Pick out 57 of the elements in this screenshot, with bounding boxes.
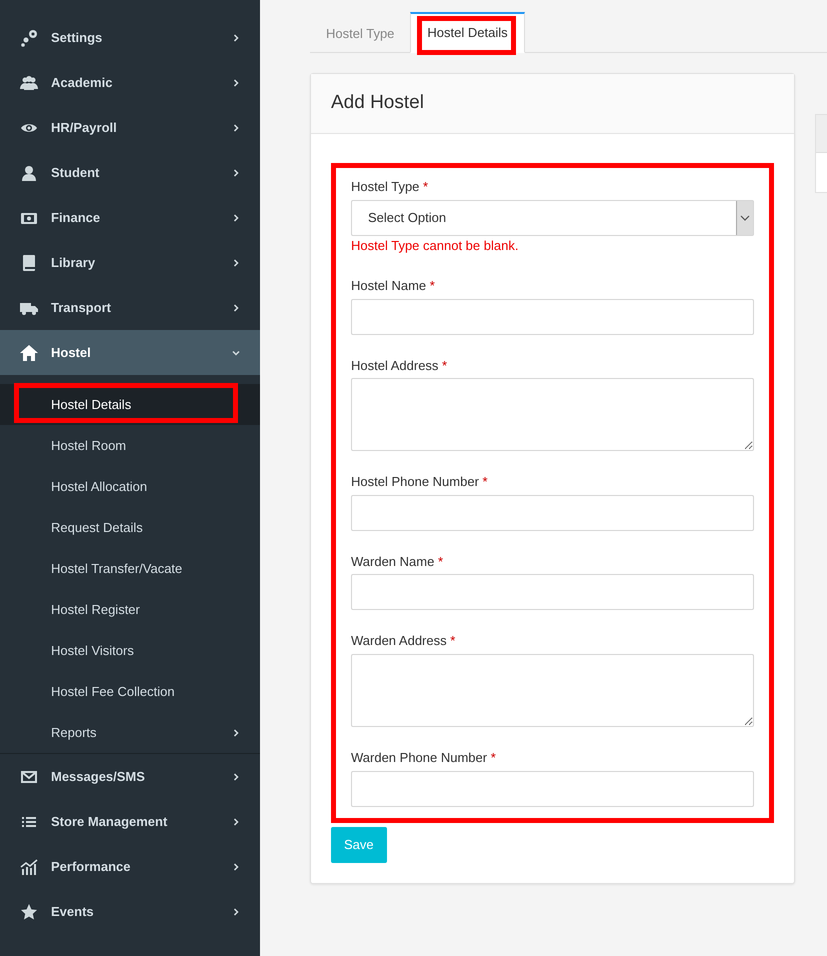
submenu-item[interactable]: Hostel Room: [0, 425, 260, 466]
chevron-right-icon: [232, 168, 240, 176]
sidebar-item[interactable]: Transport: [0, 285, 260, 330]
sidebar-item[interactable]: Library: [0, 240, 260, 285]
sidebar-item[interactable]: Store Management: [0, 799, 260, 844]
chevron-down-icon: [232, 348, 240, 356]
chevron-right-icon: [232, 214, 240, 222]
input-field[interactable]: [351, 378, 754, 452]
chevron-right-icon: [232, 772, 240, 780]
chevron-right-icon: [232, 304, 240, 312]
sidebar-item[interactable]: Settings: [0, 15, 260, 60]
form-title: Add Hostel: [311, 74, 794, 134]
sidebar-item[interactable]: HR/Payroll: [0, 105, 260, 150]
sidebar-item[interactable]: Messages/SMS: [0, 754, 260, 799]
submenu-item[interactable]: Hostel Register: [0, 589, 260, 630]
field-label: Hostel Address *: [351, 358, 448, 374]
chart-icon: [20, 858, 38, 876]
chevron-right-icon: [232, 258, 240, 266]
sidebar-item[interactable]: Finance: [0, 195, 260, 240]
field-label: Warden Address *: [351, 633, 456, 650]
input-field[interactable]: [351, 654, 754, 728]
chevron-down-icon: [740, 214, 750, 221]
input-field[interactable]: [351, 494, 754, 531]
sidebar-item[interactable]: Performance: [0, 844, 260, 889]
input-field[interactable]: [351, 574, 754, 610]
chevron-right-icon: [232, 818, 240, 826]
home-icon: [20, 344, 38, 362]
sidebar-item[interactable]: Hostel: [0, 330, 260, 375]
user-icon: [20, 164, 38, 182]
chevron-right-icon: [232, 124, 240, 132]
error-message: Hostel Type cannot be blank.: [351, 238, 518, 254]
field-label: Hostel Type *: [351, 179, 428, 195]
star-icon: [20, 902, 38, 920]
sidebar-item[interactable]: Events: [0, 889, 260, 934]
chevron-right-icon: [232, 862, 240, 870]
field-label: Warden Phone Number *: [351, 750, 496, 766]
field-label: Hostel Name *: [351, 278, 435, 294]
sidebar-item[interactable]: Student: [0, 150, 260, 195]
submenu-item[interactable]: Hostel Fee Collection: [0, 671, 260, 712]
submenu-item[interactable]: Hostel Transfer/Vacate: [0, 548, 260, 589]
input-field[interactable]: [351, 298, 754, 335]
chevron-right-icon: [232, 78, 240, 86]
tab[interactable]: Hostel Details: [410, 12, 525, 53]
input-field[interactable]: [351, 770, 754, 807]
chevron-right-icon: [232, 34, 240, 42]
submenu-item[interactable]: Hostel Visitors: [0, 630, 260, 671]
sidebar-item[interactable]: Academic: [0, 60, 260, 105]
submenu-item[interactable]: Hostel Details: [0, 384, 260, 425]
field-label: Warden Name *: [351, 554, 443, 570]
users-icon: [20, 74, 38, 92]
submenu-item[interactable]: Reports: [0, 712, 260, 753]
book-icon: [20, 254, 38, 272]
field-label: Hostel Phone Number *: [351, 474, 488, 490]
submenu-item[interactable]: Hostel Allocation: [0, 466, 260, 507]
submenu-item[interactable]: Request Details: [0, 507, 260, 548]
chevron-right-icon: [232, 908, 240, 916]
select-field[interactable]: Select Option: [351, 200, 754, 236]
